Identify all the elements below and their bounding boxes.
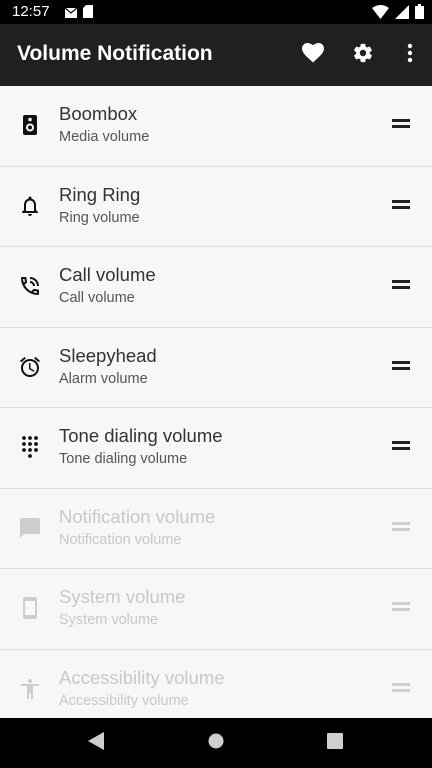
list-item-subtitle: Call volume	[59, 290, 135, 306]
settings-icon	[352, 42, 374, 69]
app-bar: Volume Notification	[0, 24, 432, 86]
recents-icon	[327, 732, 343, 754]
app-title: Volume Notification	[17, 42, 213, 65]
phone-device-icon	[18, 596, 42, 620]
drag-handle-icon[interactable]	[392, 682, 412, 697]
list-item-title: Accessibility volume	[59, 666, 225, 688]
list-item-subtitle: Tone dialing volume	[59, 451, 188, 467]
list-item-subtitle: Notification volume	[59, 531, 182, 548]
navigation-bar	[0, 718, 432, 768]
back-button[interactable]	[85, 731, 107, 755]
list-item[interactable]: System volume System volume	[0, 569, 432, 650]
list-item-title: Notification volume	[59, 505, 216, 527]
list-item-title: Tone dialing volume	[59, 425, 223, 446]
list-item[interactable]: Boombox Media volume	[0, 86, 432, 167]
wifi-icon	[372, 4, 389, 24]
list-item[interactable]: Sleepyhead Alarm volume	[0, 328, 432, 408]
back-icon	[88, 731, 104, 755]
list-item-subtitle: Ring volume	[59, 209, 140, 226]
drag-handle-icon[interactable]	[392, 521, 412, 536]
accessibility-icon	[18, 677, 42, 701]
volume-list: Boombox Media volume Ring Ring Ring volu…	[0, 86, 432, 718]
drag-handle-icon[interactable]	[392, 360, 412, 375]
list-item[interactable]: Call volume Call volume	[0, 247, 432, 328]
list-item-title: Call volume	[59, 264, 156, 285]
drag-handle-icon[interactable]	[392, 280, 412, 294]
sd-card-icon	[83, 5, 93, 23]
list-item-title: Sleepyhead	[59, 344, 157, 366]
list-item-subtitle: Alarm volume	[59, 370, 148, 387]
more-options-button[interactable]	[388, 24, 432, 86]
settings-button[interactable]	[338, 24, 388, 86]
list-item-title: Boombox	[59, 103, 138, 124]
drag-handle-icon[interactable]	[392, 119, 412, 133]
list-item-title: Ring Ring	[59, 183, 141, 205]
speaker-icon	[18, 113, 42, 137]
signal-icon	[395, 4, 409, 24]
status-bar: 12:57	[0, 0, 432, 24]
list-item[interactable]: Accessibility volume Accessibility volum…	[0, 650, 432, 719]
drag-handle-icon[interactable]	[392, 602, 412, 616]
list-item-subtitle: Media volume	[59, 129, 150, 145]
dialpad-icon	[18, 435, 42, 459]
drag-handle-icon[interactable]	[392, 441, 412, 455]
battery-icon	[415, 4, 424, 24]
list-item-title: System volume	[59, 586, 186, 607]
list-item[interactable]: Tone dialing volume Tone dialing volume	[0, 408, 432, 489]
bell-icon	[18, 194, 42, 218]
recents-button[interactable]	[324, 732, 346, 754]
alarm-icon	[18, 355, 42, 379]
status-time: 12:57	[12, 3, 50, 20]
phone-call-icon	[18, 274, 42, 298]
mail-icon	[64, 5, 78, 23]
list-item-subtitle: System volume	[59, 612, 159, 628]
home-icon	[208, 733, 224, 754]
list-item-subtitle: Accessibility volume	[59, 692, 189, 709]
more-vert-icon	[407, 43, 413, 68]
heart-icon	[302, 42, 324, 68]
drag-handle-icon[interactable]	[392, 199, 412, 214]
list-item[interactable]: Ring Ring Ring volume	[0, 167, 432, 247]
favorite-button[interactable]	[288, 24, 338, 86]
list-item[interactable]: Notification volume Notification volume	[0, 489, 432, 569]
home-button[interactable]	[205, 732, 227, 754]
message-icon	[18, 516, 42, 540]
